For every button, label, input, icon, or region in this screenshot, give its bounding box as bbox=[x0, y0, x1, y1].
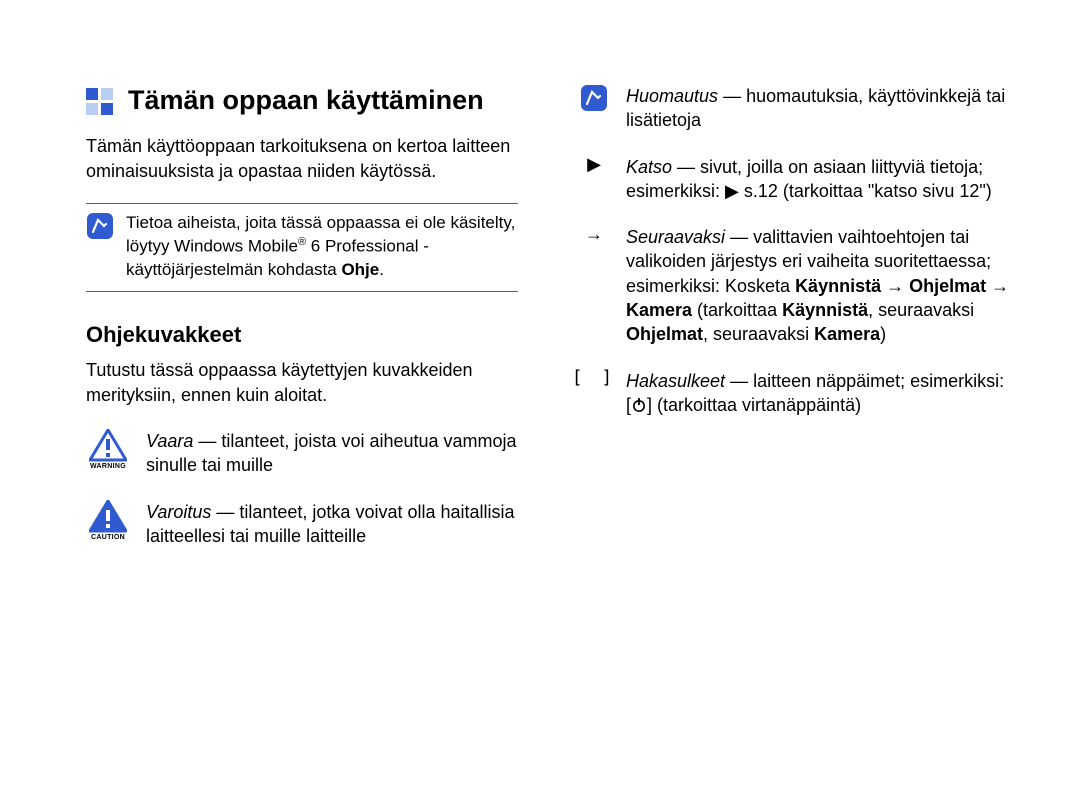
reg-mark: ® bbox=[298, 236, 306, 248]
next-t2: (tarkoittaa bbox=[692, 300, 782, 320]
intro-text: Tämän käyttöoppaan tarkoituksena on kert… bbox=[86, 134, 518, 183]
warning-row: WARNING Vaara — tilanteet, joista voi ai… bbox=[86, 429, 518, 478]
see-row: ▶ Katso — sivut, joilla on asiaan liitty… bbox=[578, 155, 1010, 204]
caution-icon bbox=[89, 500, 127, 533]
next-t3: , seuraavaksi bbox=[868, 300, 974, 320]
next-b6: Kamera bbox=[814, 324, 880, 344]
inline-play-icon: ▶ bbox=[725, 181, 739, 201]
warning-label: WARNING bbox=[90, 463, 126, 470]
next-a1: → bbox=[881, 276, 909, 296]
next-t5: ) bbox=[880, 324, 886, 344]
grid-icon bbox=[86, 88, 114, 116]
note-dot: . bbox=[379, 260, 384, 279]
power-icon bbox=[631, 397, 647, 413]
next-a2: → bbox=[986, 276, 1009, 296]
note-help: Ohje bbox=[341, 260, 379, 279]
warning-text: — tilanteet, joista voi aiheutua vammoja… bbox=[146, 431, 517, 475]
sub-heading: Ohjekuvakkeet bbox=[86, 322, 518, 348]
arrow-right-icon: → bbox=[585, 225, 603, 243]
br-term: Hakasulkeet bbox=[626, 371, 725, 391]
next-row: → Seuraavaksi — valittavien vaihtoehtoje… bbox=[578, 225, 1010, 346]
warning-icon bbox=[89, 429, 127, 462]
next-b4: Käynnistä bbox=[782, 300, 868, 320]
next-b5: Ohjelmat bbox=[626, 324, 703, 344]
next-t4: , seuraavaksi bbox=[703, 324, 814, 344]
note-icon bbox=[86, 212, 114, 240]
caution-label: CAUTION bbox=[91, 534, 125, 541]
next-b1: Käynnistä bbox=[795, 276, 881, 296]
note2-row: Huomautus — huomautuksia, käyttövinkkejä… bbox=[578, 84, 1010, 133]
see-term: Katso bbox=[626, 157, 672, 177]
warning-term: Vaara bbox=[146, 431, 193, 451]
brackets-icon: [ ] bbox=[572, 369, 617, 387]
page-title: Tämän oppaan käyttäminen bbox=[128, 84, 484, 116]
play-icon: ▶ bbox=[587, 155, 601, 173]
br-t2: ] (tarkoittaa virtanäppäintä) bbox=[647, 395, 861, 415]
caution-term: Varoitus bbox=[146, 502, 211, 522]
note2-term: Huomautus bbox=[626, 86, 718, 106]
next-b3: Kamera bbox=[626, 300, 692, 320]
next-b2: Ohjelmat bbox=[909, 276, 986, 296]
caution-row: CAUTION Varoitus — tilanteet, jotka voiv… bbox=[86, 500, 518, 549]
note-icon bbox=[580, 84, 608, 112]
sub-intro: Tutustu tässä oppaassa käytettyjen kuvak… bbox=[86, 358, 518, 407]
next-term: Seuraavaksi bbox=[626, 227, 725, 247]
see-example: s.12 (tarkoittaa "katso sivu 12") bbox=[739, 181, 992, 201]
brackets-row: [ ] Hakasulkeet — laitteen näppäimet; es… bbox=[578, 369, 1010, 418]
note-callout: Tietoa aiheista, joita tässä oppaassa ei… bbox=[86, 203, 518, 292]
